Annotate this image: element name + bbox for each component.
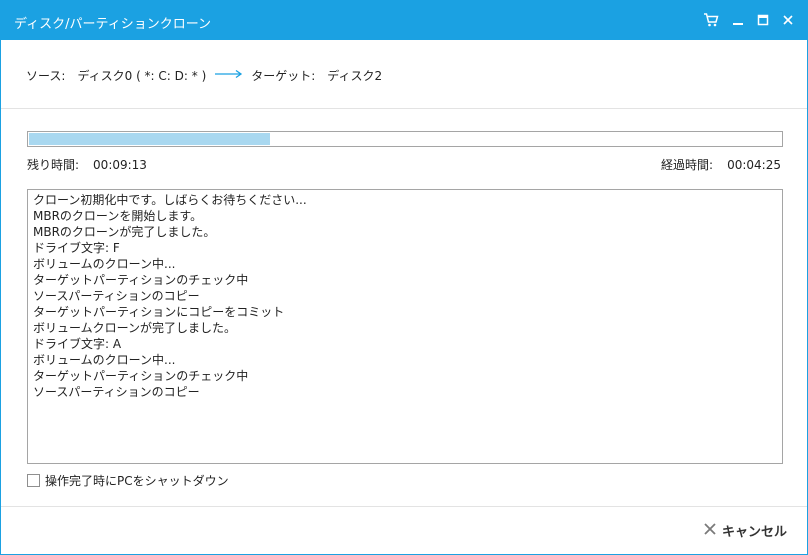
maximize-icon[interactable] xyxy=(753,10,773,30)
log-line: MBRのクローンが完了しました。 xyxy=(33,225,216,239)
cancel-button[interactable]: キャンセル xyxy=(703,520,787,540)
target-label: ターゲット: xyxy=(251,68,316,83)
clone-route: ソース: ディスク0 ( *: C: D: * ) ターゲット: ディスク2 xyxy=(26,67,382,83)
log-line: ドライブ文字: F xyxy=(33,241,120,255)
log-line: ボリュームクローンが完了しました。 xyxy=(33,321,237,335)
shutdown-checkbox[interactable] xyxy=(27,473,40,487)
shutdown-option[interactable]: 操作完了時にPCをシャットダウン xyxy=(27,472,229,488)
log-line: ターゲットパーティションのチェック中 xyxy=(33,369,249,383)
target-value: ディスク2 xyxy=(327,68,383,83)
elapsed-time: 経過時間: 00:04:25 xyxy=(661,156,781,173)
close-x-icon xyxy=(703,522,717,539)
header-divider xyxy=(1,108,807,109)
log-line: ソースパーティションのコピー xyxy=(33,385,200,399)
arrow-right-icon xyxy=(215,68,243,82)
clone-dialog: ディスク/パーティションクローン ソース: ディスク0 (*: C: D: *… xyxy=(0,0,808,555)
window-title: ディスク/パーティションクローン xyxy=(14,17,212,32)
log-line: ソースパーティションのコピー xyxy=(33,289,200,303)
elapsed-time-value: 00:04:25 xyxy=(727,158,781,172)
log-line: ボリュームのクローン中... xyxy=(33,353,176,367)
source-label: ソース: xyxy=(26,68,66,83)
log-line: ターゲットパーティションにコピーをコミット xyxy=(33,305,285,319)
shutdown-label: 操作完了時にPCをシャットダウン xyxy=(45,473,229,488)
footer-divider xyxy=(1,506,807,507)
progress-fill xyxy=(29,133,270,145)
source-value: ディスク0 ( *: C: D: * ) xyxy=(77,68,207,83)
log-line: クローン初期化中です。しばらくお待ちください... xyxy=(33,193,307,207)
elapsed-time-label: 経過時間: xyxy=(661,158,714,172)
log-line: ドライブ文字: A xyxy=(33,337,122,351)
remaining-time-label: 残り時間: xyxy=(27,158,80,172)
cart-icon[interactable] xyxy=(701,10,721,30)
log-line: ボリュームのクローン中... xyxy=(33,257,176,271)
remaining-time-value: 00:09:13 xyxy=(93,158,147,172)
title-bar[interactable]: ディスク/パーティションクローン xyxy=(1,1,807,40)
log-line: ターゲットパーティションのチェック中 xyxy=(33,273,249,287)
log-line: MBRのクローンを開始します。 xyxy=(33,209,203,223)
log-panel[interactable]: クローン初期化中です。しばらくお待ちください... MBRのクローンを開始します… xyxy=(27,189,783,464)
remaining-time: 残り時間: 00:09:13 xyxy=(27,156,147,173)
progress-bar xyxy=(27,131,783,147)
minimize-icon[interactable] xyxy=(728,10,748,30)
cancel-label: キャンセル xyxy=(722,524,788,540)
close-icon[interactable] xyxy=(778,10,798,30)
